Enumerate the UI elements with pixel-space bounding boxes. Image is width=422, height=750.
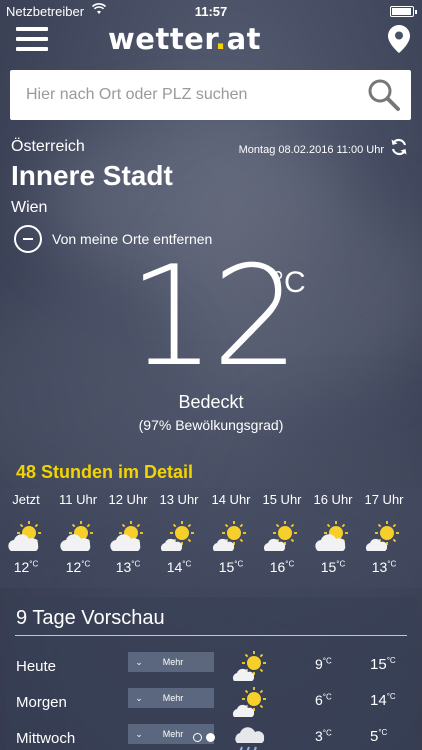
hour-label: 16 Uhr [313,492,353,507]
hour-label: Jetzt [12,492,40,507]
more-button[interactable]: ⌄ Mehr [128,688,214,708]
hour-temperature: 13°C [371,559,397,575]
rain-cloud-icon [232,721,265,750]
hour-temperature: 15°C [320,559,346,575]
hour-label: 13 Uhr [159,492,199,507]
forecast-title: 9 Tage Vorschau [16,607,165,629]
nine-day-forecast-panel: 9 Tage Vorschau Heute ⌄ Mehr 9°C 15°C Morgen ⌄… [5,597,417,750]
current-temperature: 12 [128,236,300,397]
forecast-row: Heute ⌄ Mehr 9°C 15°C [5,649,417,682]
partly-cloudy-sun-icon [7,519,45,553]
hour-temperature: 14°C [166,559,192,575]
forecast-day-label: Heute [16,658,57,675]
hour-label: 14 Uhr [211,492,251,507]
hourly-item[interactable]: 12 Uhr 13°C [102,488,154,575]
hourly-item[interactable]: 15 Uhr 16°C [256,488,308,575]
wetter-at-logo: wetter.at [108,22,261,56]
hour-temperature: 12°C [65,559,91,575]
app-header: wetter.at [0,22,422,58]
hour-temperature: 12°C [13,559,39,575]
chevron-down-icon: ⌄ [135,656,143,667]
battery-icon [390,6,417,17]
clock: 11:57 [194,4,228,19]
sun-cloud-icon [365,519,403,553]
chevron-down-icon: ⌄ [135,728,143,739]
forecast-high-temp: 5°C [370,728,388,745]
more-button-label: Mehr [162,657,184,667]
hamburger-menu-icon[interactable] [16,27,48,51]
minus-circle-icon [14,225,42,253]
cloud-cover-detail: (97% Bewölkungsgrad) [138,417,284,433]
search-icon[interactable] [367,78,401,112]
hour-label: 17 Uhr [364,492,404,507]
sun-cloud-icon [232,685,266,717]
hourly-item[interactable]: 13 Uhr 14°C [153,488,205,575]
page-dot[interactable] [193,733,202,742]
forecast-low-temp: 9°C [315,656,332,672]
hourly-item[interactable]: 11 Uhr 12°C [52,488,104,575]
hourly-section-title: 48 Stunden im Detail [16,462,194,482]
partly-cloudy-sun-icon [314,519,352,553]
update-timestamp: Montag 08.02.2016 11:00 Uhr [238,144,384,156]
hourly-item[interactable]: 18 [410,488,422,559]
hourly-item[interactable]: 17 Uhr 13°C [358,488,410,575]
country-label: Österreich [11,138,85,155]
hour-label: 11 Uhr [58,492,98,507]
hour-label: 18 [410,492,422,507]
forecast-day-label: Morgen [16,694,67,711]
region-label: Wien [11,199,48,216]
search-input[interactable]: Hier nach Ort oder PLZ suchen [10,70,411,120]
sun-cloud-icon [232,649,266,681]
forecast-low-temp: 3°C [315,728,332,744]
hourly-item[interactable]: Jetzt 12°C [0,488,52,575]
forecast-high-temp: 15°C [370,656,396,673]
current-condition: Bedeckt [178,392,244,412]
partly-cloudy-sun-icon [109,519,147,553]
hourly-item[interactable]: 14 Uhr 15°C [205,488,257,575]
page-indicator[interactable] [193,733,215,742]
hour-label: 12 Uhr [108,492,148,507]
sun-cloud-icon [212,519,250,553]
current-temperature-unit: °C [272,266,306,299]
sun-cloud-icon [160,519,198,553]
hour-label: 15 Uhr [262,492,302,507]
more-button[interactable]: ⌄ Mehr [128,652,214,672]
forecast-row: Morgen ⌄ Mehr 6°C 14°C [5,685,417,718]
hour-temperature: 15°C [218,559,244,575]
partly-cloudy-sun-icon [59,519,97,553]
search-placeholder: Hier nach Ort oder PLZ suchen [26,86,248,103]
forecast-low-temp: 6°C [315,692,332,708]
location-pin-icon[interactable] [388,25,410,53]
forecast-high-temp: 14°C [370,692,396,709]
page-dot-active[interactable] [206,733,215,742]
status-bar: Netzbetreiber 11:57 [0,0,422,22]
chevron-down-icon: ⌄ [135,692,143,703]
sun-cloud-icon [263,519,301,553]
hour-temperature: 13°C [115,559,141,575]
city-title: Innere Stadt [11,160,173,191]
more-button-label: Mehr [162,693,184,703]
hour-temperature: 16°C [269,559,295,575]
divider [15,635,407,636]
refresh-icon[interactable] [390,138,408,156]
weather-icon [417,519,422,553]
hourly-item[interactable]: 16 Uhr 15°C [307,488,359,575]
forecast-day-label: Mittwoch [16,730,76,747]
hourly-forecast-strip[interactable]: Jetzt 12°C 11 Uhr 12°C 12 Uhr 13°C 13 Uhr 14°C 1… [0,488,422,588]
